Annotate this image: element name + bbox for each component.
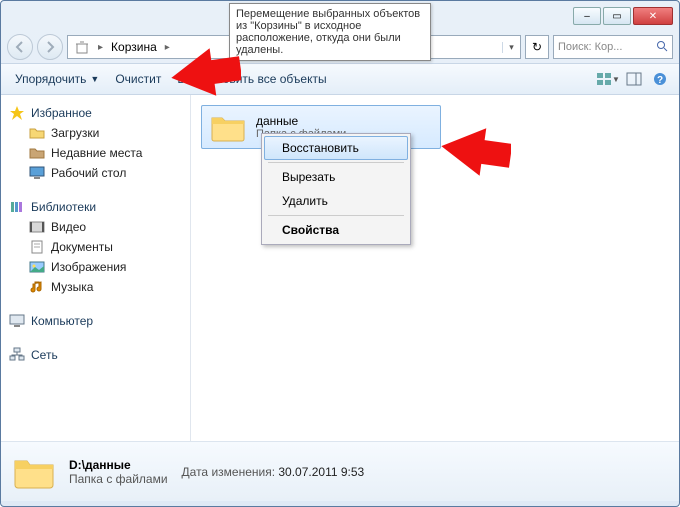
documents-icon bbox=[29, 239, 45, 255]
libraries-icon bbox=[9, 199, 25, 215]
close-button[interactable]: ✕ bbox=[633, 7, 673, 25]
context-delete[interactable]: Удалить bbox=[264, 189, 408, 213]
sidebar-item-downloads[interactable]: Загрузки bbox=[5, 123, 186, 143]
sidebar-item-pictures[interactable]: Изображения bbox=[5, 257, 186, 277]
forward-button[interactable] bbox=[37, 34, 63, 60]
organize-label: Упорядочить bbox=[15, 72, 86, 86]
breadcrumb-item[interactable]: Корзина bbox=[111, 40, 157, 54]
sidebar: Избранное Загрузки Недавние места Рабочи… bbox=[1, 95, 191, 441]
search-placeholder: Поиск: Кор... bbox=[558, 41, 622, 53]
body: Избранное Загрузки Недавние места Рабочи… bbox=[1, 95, 679, 441]
details-date-label: Дата изменения: bbox=[182, 465, 276, 479]
details-date-value: 30.07.2011 9:53 bbox=[278, 465, 364, 479]
context-properties[interactable]: Свойства bbox=[264, 218, 408, 242]
chevron-right-icon: ▸ bbox=[94, 42, 107, 53]
preview-pane-button[interactable] bbox=[621, 68, 647, 90]
empty-recycle-button[interactable]: Очистит bbox=[107, 68, 169, 90]
music-icon bbox=[29, 279, 45, 295]
svg-text:?: ? bbox=[657, 75, 663, 86]
sidebar-libraries-header[interactable]: Библиотеки bbox=[5, 197, 186, 217]
sidebar-favorites-label: Избранное bbox=[31, 106, 92, 120]
tooltip: Перемещение выбранных объектов из "Корзи… bbox=[229, 3, 431, 61]
sidebar-item-music[interactable]: Музыка bbox=[5, 277, 186, 297]
help-button[interactable]: ? bbox=[647, 68, 673, 90]
folder-icon bbox=[13, 454, 55, 490]
context-menu: Восстановить Вырезать Удалить Свойства bbox=[261, 133, 411, 245]
folder-icon bbox=[210, 112, 246, 142]
path-dropdown[interactable]: ▾ bbox=[502, 42, 520, 53]
chevron-down-icon: ▼ bbox=[90, 74, 99, 84]
view-mode-button[interactable]: ▼ bbox=[595, 68, 621, 90]
pictures-icon bbox=[29, 259, 45, 275]
file-name: данные bbox=[256, 114, 346, 128]
chevron-down-icon: ▼ bbox=[612, 75, 620, 84]
refresh-button[interactable]: ↻ bbox=[525, 35, 549, 59]
sidebar-item-video[interactable]: Видео bbox=[5, 217, 186, 237]
details-pane: D:\данные Папка с файлами Дата изменения… bbox=[1, 441, 679, 501]
sidebar-computer[interactable]: Компьютер bbox=[5, 311, 186, 331]
computer-icon bbox=[9, 313, 25, 329]
back-button[interactable] bbox=[7, 34, 33, 60]
menu-separator bbox=[268, 162, 404, 163]
details-path: D:\данные bbox=[69, 458, 131, 472]
recent-icon bbox=[29, 145, 45, 161]
explorer-window: Перемещение выбранных объектов из "Корзи… bbox=[0, 0, 680, 507]
maximize-button[interactable]: ▭ bbox=[603, 7, 631, 25]
sidebar-item-documents[interactable]: Документы bbox=[5, 237, 186, 257]
sidebar-item-desktop[interactable]: Рабочий стол bbox=[5, 163, 186, 183]
sidebar-network[interactable]: Сеть bbox=[5, 345, 186, 365]
context-restore[interactable]: Восстановить bbox=[264, 136, 408, 160]
toolbar: Упорядочить ▼ Очистит Восстановить все о… bbox=[1, 63, 679, 95]
star-icon bbox=[9, 105, 25, 121]
annotation-arrow-1 bbox=[171, 43, 241, 103]
video-icon bbox=[29, 219, 45, 235]
search-input[interactable]: Поиск: Кор... bbox=[553, 35, 673, 59]
menu-separator bbox=[268, 215, 404, 216]
context-cut[interactable]: Вырезать bbox=[264, 165, 408, 189]
content-area[interactable]: данные Папка с файлами Восстановить Выре… bbox=[191, 95, 679, 441]
details-type: Папка с файлами bbox=[69, 472, 168, 486]
organize-button[interactable]: Упорядочить ▼ bbox=[7, 68, 107, 90]
recycle-bin-icon bbox=[74, 39, 90, 55]
folder-icon bbox=[29, 125, 45, 141]
minimize-button[interactable]: – bbox=[573, 7, 601, 25]
sidebar-item-recent[interactable]: Недавние места bbox=[5, 143, 186, 163]
desktop-icon bbox=[29, 165, 45, 181]
search-icon bbox=[656, 40, 668, 55]
network-icon bbox=[9, 347, 25, 363]
sidebar-favorites-header[interactable]: Избранное bbox=[5, 103, 186, 123]
annotation-arrow-2 bbox=[441, 121, 511, 181]
